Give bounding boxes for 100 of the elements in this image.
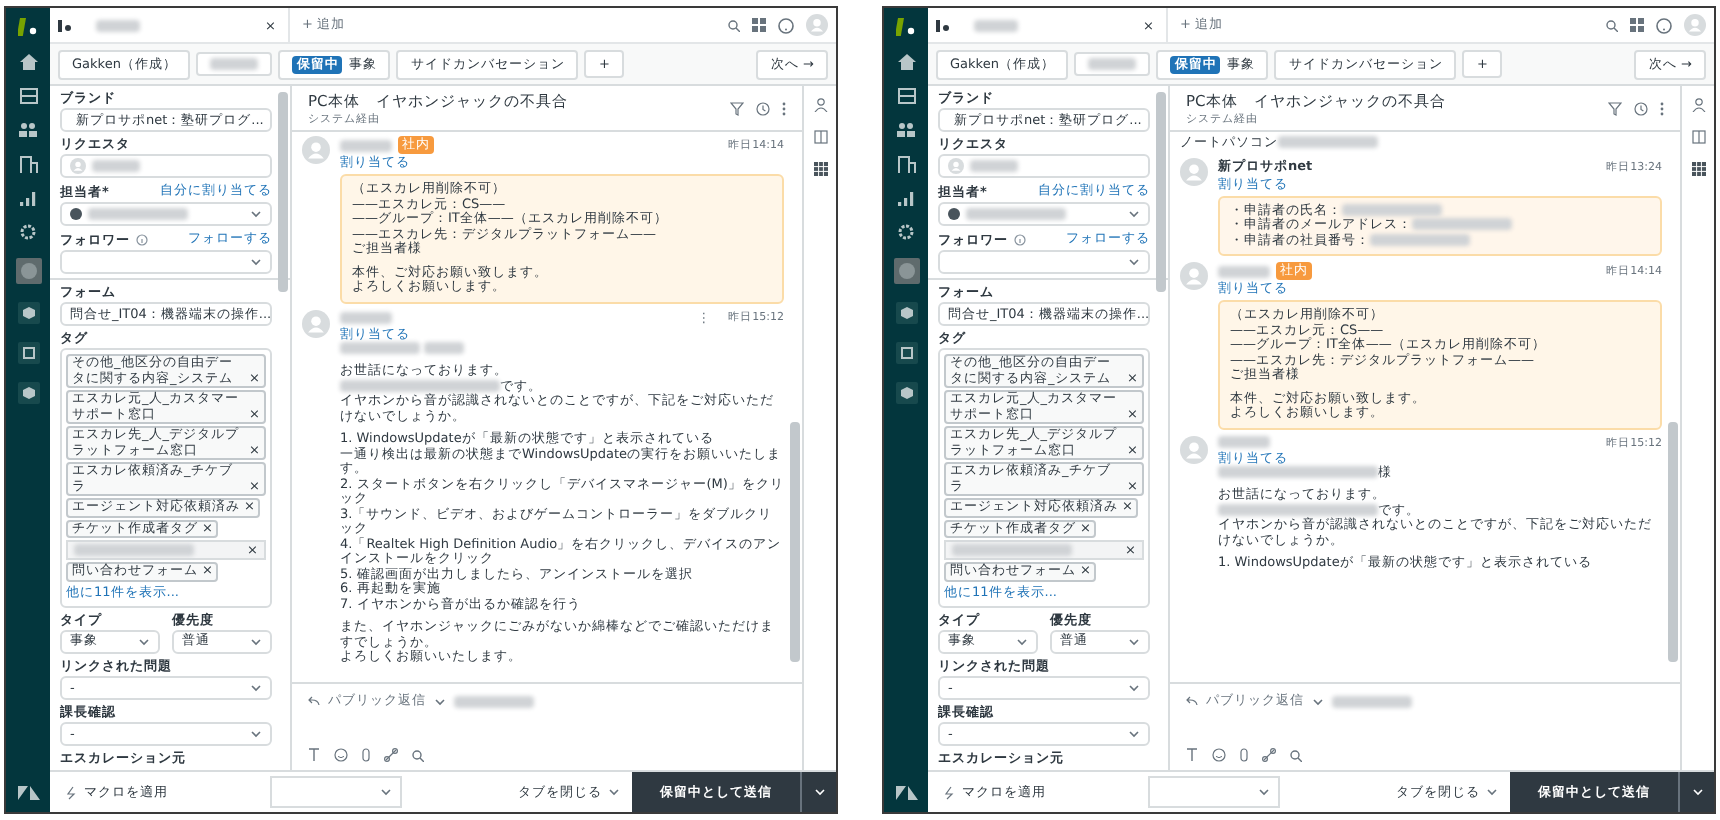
bar-chart-icon[interactable] — [898, 192, 914, 206]
group-icon — [70, 208, 82, 220]
home-icon[interactable] — [19, 54, 37, 70]
cube-icon[interactable] — [895, 382, 917, 404]
emoji-icon[interactable] — [1212, 748, 1226, 762]
logo-icon — [18, 18, 38, 36]
book-icon[interactable] — [1691, 130, 1705, 144]
select-field[interactable] — [938, 202, 1150, 226]
chevron-icon — [250, 210, 262, 218]
text-format-icon[interactable] — [1186, 748, 1198, 762]
link-icon[interactable] — [384, 748, 398, 762]
avatar-icon — [1180, 157, 1208, 185]
bar-chart-icon[interactable] — [20, 192, 36, 206]
link-icon[interactable] — [1262, 748, 1276, 762]
avatar-icon — [1180, 262, 1208, 290]
help-icon[interactable] — [778, 17, 794, 33]
avatar-icon — [302, 136, 330, 164]
inbox-icon[interactable] — [897, 88, 915, 104]
chevron-icon — [608, 788, 620, 796]
filter-icon[interactable] — [730, 101, 744, 115]
help-icon[interactable] — [1656, 17, 1672, 33]
chevron-icon — [1016, 637, 1028, 645]
select-field[interactable] — [60, 202, 272, 226]
apps-grid-icon[interactable] — [813, 162, 827, 176]
zendesk-logo-icon — [895, 786, 917, 800]
cube-icon[interactable] — [17, 382, 39, 404]
macro-icon — [66, 785, 76, 799]
macro-icon — [944, 785, 954, 799]
attachment-icon[interactable] — [1240, 748, 1248, 762]
chevron-icon — [1258, 788, 1270, 796]
blurred-text — [96, 19, 140, 31]
chevron-icon — [434, 697, 446, 705]
search-icon[interactable] — [1606, 19, 1618, 31]
logo-icon — [896, 18, 916, 36]
history-icon[interactable] — [756, 101, 770, 115]
avatar-icon — [806, 14, 828, 36]
apps-grid-icon[interactable] — [1691, 162, 1705, 176]
blurred-text — [454, 695, 534, 707]
blurred-text — [966, 208, 1066, 221]
building-icon[interactable] — [897, 156, 915, 174]
attachment-icon[interactable] — [362, 748, 370, 762]
chevron-icon — [250, 637, 262, 645]
history-icon[interactable] — [1634, 101, 1648, 115]
select-field[interactable] — [938, 250, 1150, 274]
blurred-text — [1088, 58, 1137, 70]
user-icon[interactable] — [813, 98, 827, 112]
scrollbar[interactable] — [1668, 422, 1678, 662]
requester-field[interactable] — [60, 154, 272, 178]
users-icon[interactable] — [18, 122, 38, 138]
calendar-icon[interactable] — [895, 342, 917, 364]
app-square-icon[interactable] — [893, 258, 919, 284]
calendar-icon[interactable] — [17, 342, 39, 364]
chevron-icon — [250, 258, 262, 266]
home-icon[interactable] — [897, 54, 915, 70]
blurred-text — [1278, 136, 1378, 149]
settings-icon[interactable] — [898, 224, 914, 240]
reply-icon[interactable] — [308, 696, 320, 706]
blurred-text — [974, 19, 1018, 31]
chevron-icon — [1128, 210, 1140, 218]
book-icon[interactable] — [813, 130, 827, 144]
cube-icon[interactable] — [17, 302, 39, 324]
settings-icon[interactable] — [20, 224, 36, 240]
blurred-text — [340, 341, 420, 354]
filter-icon[interactable] — [1608, 101, 1622, 115]
reply-icon[interactable] — [1186, 696, 1198, 706]
search-icon[interactable] — [1290, 749, 1302, 761]
blurred-text — [210, 58, 259, 70]
chevron-icon — [1691, 788, 1703, 796]
avatar-icon — [302, 309, 330, 337]
scrollbar[interactable] — [278, 92, 288, 292]
users-icon[interactable] — [896, 122, 916, 138]
blurred-text — [952, 544, 1072, 556]
emoji-icon[interactable] — [334, 748, 348, 762]
scrollbar[interactable] — [790, 422, 800, 662]
submit-options-button[interactable] — [800, 772, 836, 812]
grid-icon[interactable] — [752, 18, 766, 32]
avatar-icon — [1180, 435, 1208, 463]
grid-icon[interactable] — [1630, 18, 1644, 32]
product-logo-icon — [58, 19, 72, 31]
select-field[interactable] — [60, 250, 272, 274]
inbox-icon[interactable] — [19, 88, 37, 104]
chevron-icon — [250, 683, 262, 691]
search-icon[interactable] — [728, 19, 740, 31]
search-icon[interactable] — [412, 749, 424, 761]
avatar-icon — [1684, 14, 1706, 36]
submit-options-button[interactable] — [1678, 772, 1714, 812]
avatar-icon — [70, 158, 86, 174]
chevron-icon — [380, 788, 392, 796]
scrollbar[interactable] — [1156, 92, 1166, 292]
blurred-text — [340, 139, 392, 151]
cube-icon[interactable] — [895, 302, 917, 324]
chevron-icon — [138, 637, 150, 645]
product-logo-icon — [936, 19, 950, 31]
building-icon[interactable] — [19, 156, 37, 174]
user-icon[interactable] — [1691, 98, 1705, 112]
text-format-icon[interactable] — [308, 748, 320, 762]
requester-field[interactable] — [938, 154, 1150, 178]
chevron-icon — [1486, 788, 1498, 796]
group-icon — [948, 208, 960, 220]
app-square-icon[interactable] — [15, 258, 41, 284]
